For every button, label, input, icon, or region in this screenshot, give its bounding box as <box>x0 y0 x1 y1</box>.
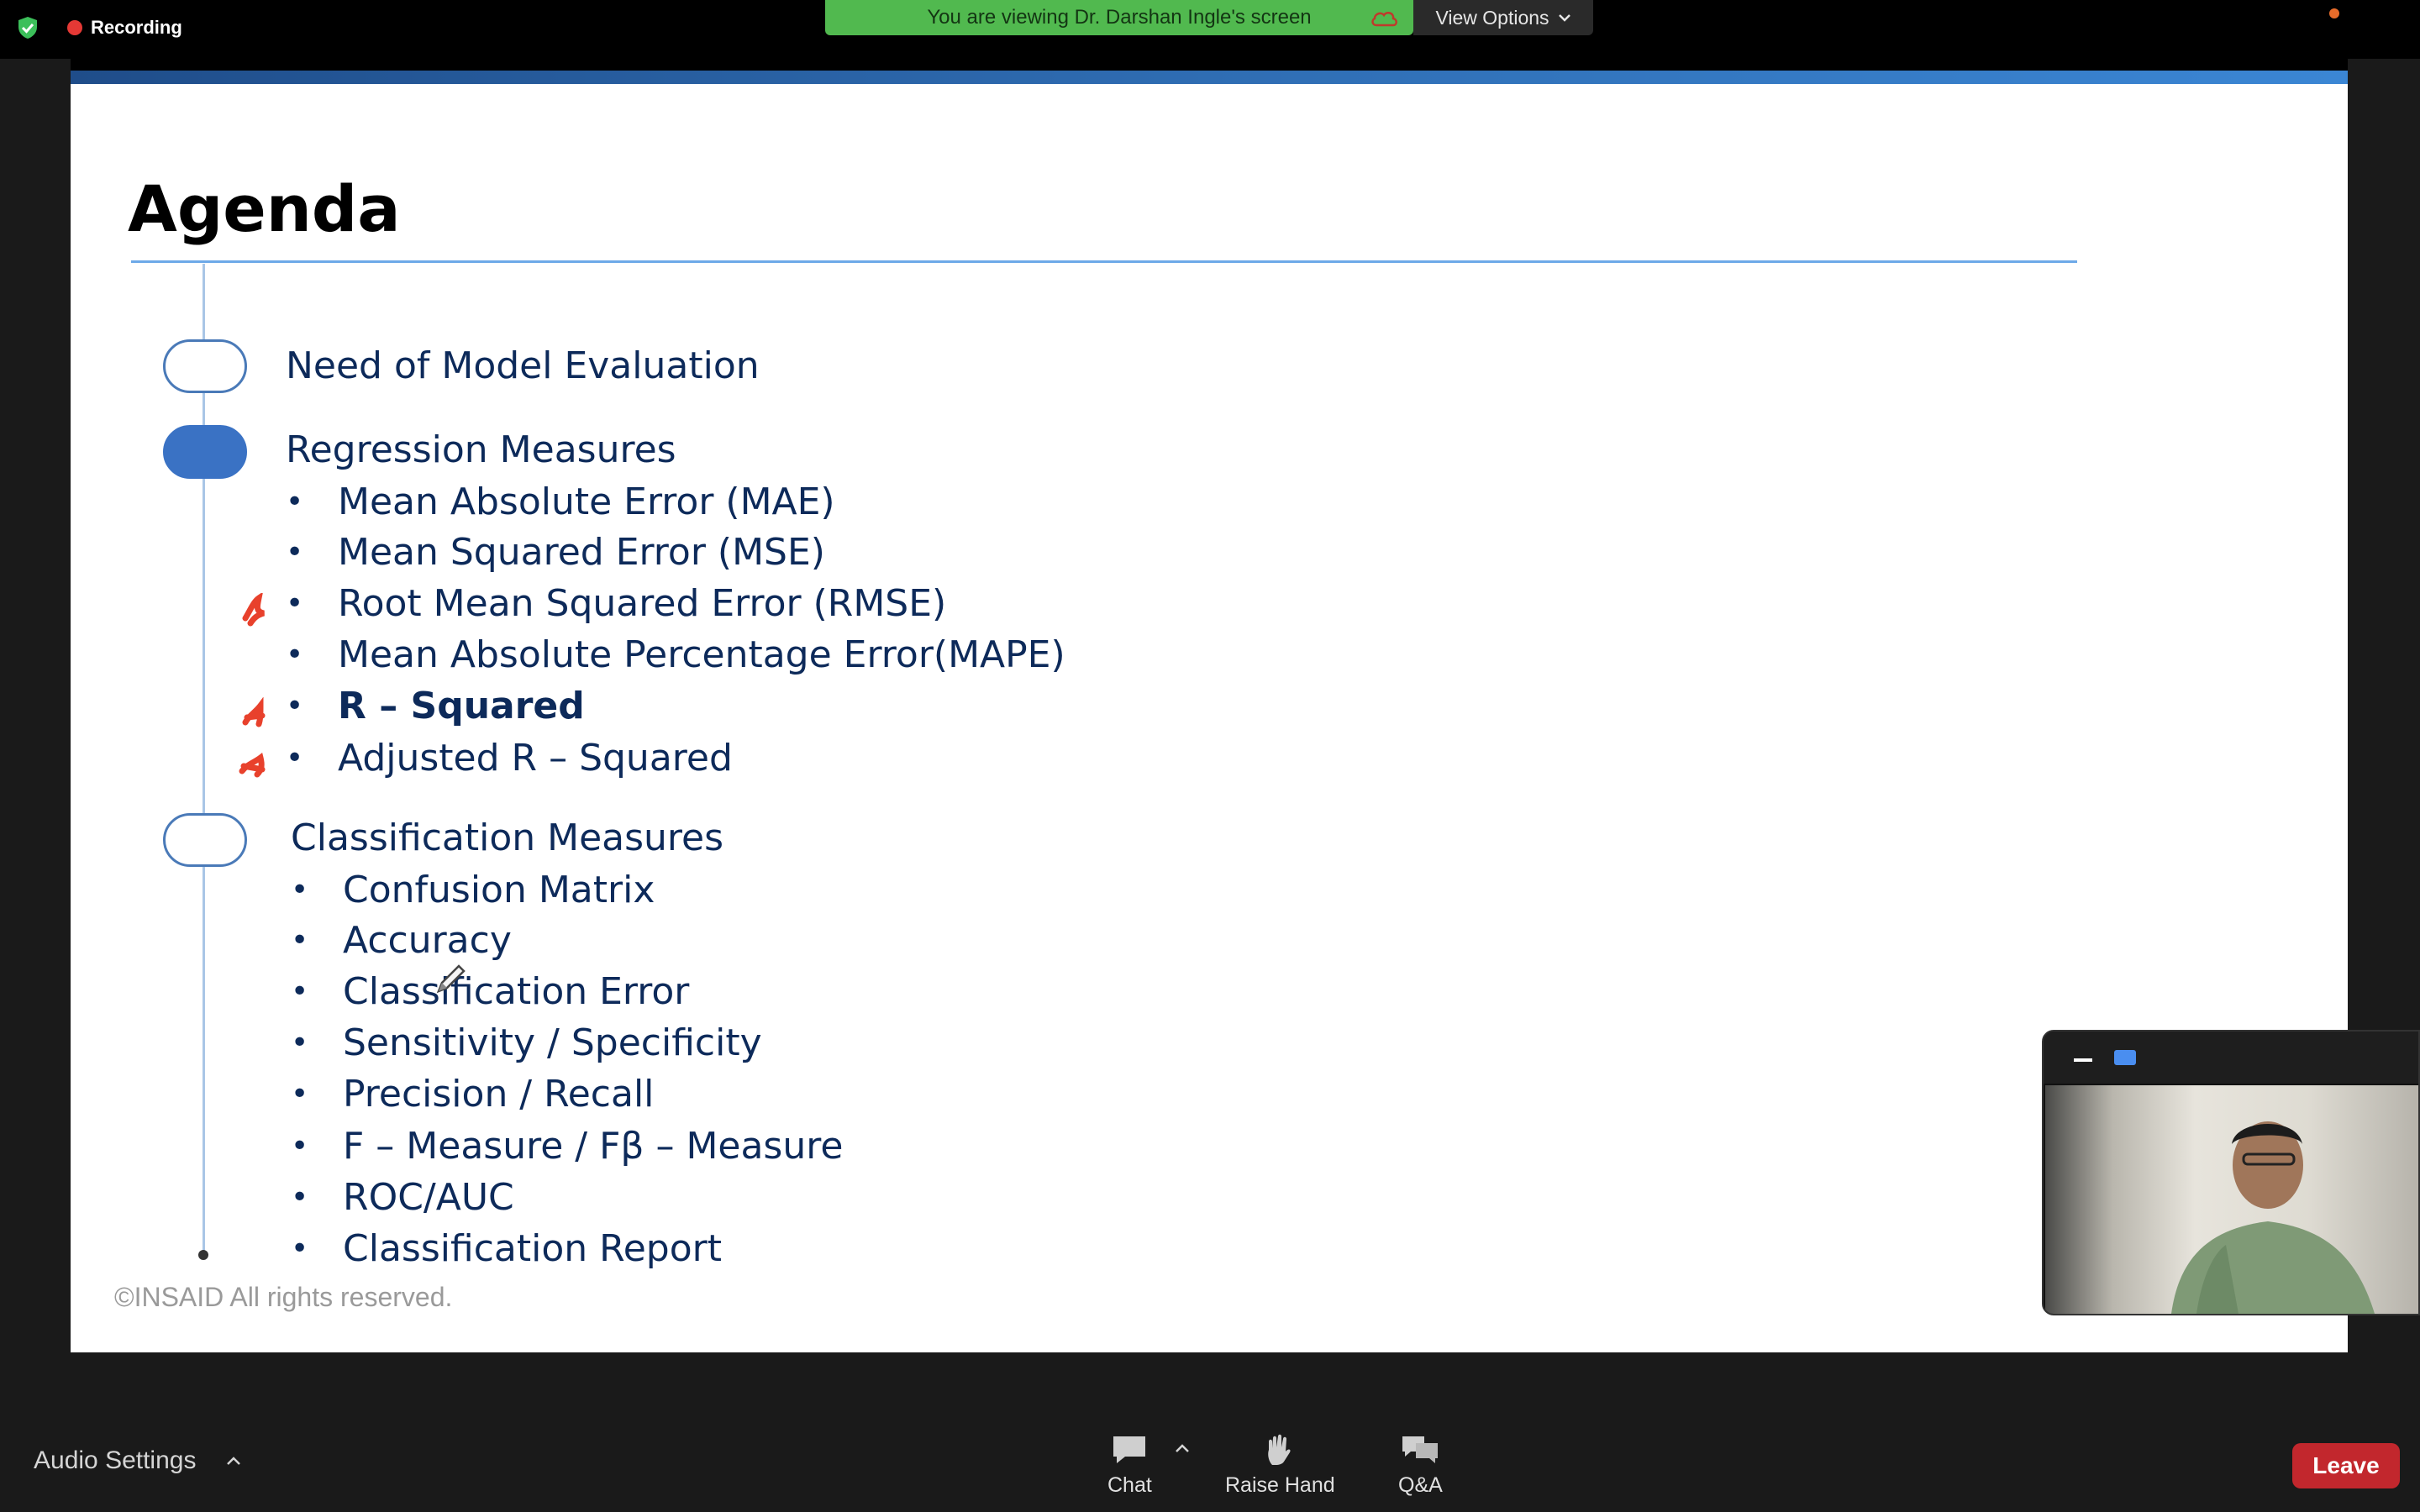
viewing-banner-text: You are viewing Dr. Darshan Ingle's scre… <box>927 6 1312 29</box>
list-item: • Sensitivity / Specificity <box>291 1021 762 1064</box>
title-underline <box>131 260 2077 263</box>
list-item: • Classification Error <box>291 970 689 1013</box>
video-feed <box>2045 1085 2418 1314</box>
chat-label: Chat <box>1107 1473 1152 1497</box>
record-dot-icon <box>67 20 82 35</box>
viewing-banner: You are viewing Dr. Darshan Ingle's scre… <box>825 0 1413 35</box>
list-item-text: Mean Absolute Percentage Error(MAPE) <box>338 633 1065 676</box>
list-item: • Root Mean Squared Error (RMSE) <box>286 582 946 625</box>
bullet: • <box>286 535 304 570</box>
bullet: • <box>291 1180 309 1215</box>
list-item-text: Mean Absolute Error (MAE) <box>338 480 835 523</box>
slide-title: Agenda <box>128 171 401 246</box>
list-item: • Mean Squared Error (MSE) <box>286 531 825 574</box>
slide-top-band <box>71 71 2348 84</box>
chat-button[interactable]: Chat <box>1107 1433 1152 1498</box>
qa-icon <box>1402 1436 1439 1463</box>
raise-hand-icon <box>1268 1434 1291 1465</box>
audio-settings-button[interactable]: Audio Settings <box>34 1446 241 1475</box>
list-item: • ROC/AUC <box>291 1176 514 1219</box>
list-item-text: Root Mean Squared Error (RMSE) <box>338 582 947 625</box>
list-item-text: Confusion Matrix <box>343 869 655 911</box>
list-item: • F – Measure / Fβ – Measure <box>291 1125 843 1168</box>
chevron-down-icon <box>1558 14 1570 22</box>
bullet: • <box>291 1231 309 1266</box>
bullet: • <box>291 1077 309 1111</box>
chat-icon <box>1113 1436 1146 1463</box>
timeline-line <box>203 264 205 1255</box>
bullet: • <box>291 1026 309 1060</box>
section-marker-filled <box>163 425 247 479</box>
bullet: • <box>291 873 309 907</box>
self-view-header <box>2044 1032 2418 1084</box>
bullet: • <box>286 485 304 519</box>
list-item-text: Mean Squared Error (MSE) <box>338 531 825 574</box>
recording-indicator[interactable]: Recording <box>67 17 182 39</box>
list-item-text: R – Squared <box>338 685 585 727</box>
leave-label: Leave <box>2312 1452 2380 1478</box>
annotation-mark <box>242 593 265 627</box>
leave-button[interactable]: Leave <box>2292 1443 2400 1488</box>
top-bar: Recording You are viewing Dr. Darshan In… <box>0 0 2420 59</box>
view-options-button[interactable]: View Options <box>1413 0 1593 35</box>
section-marker-hollow <box>163 339 247 393</box>
list-item: • R – Squared <box>286 685 585 727</box>
raise-hand-button[interactable]: Raise Hand <box>1225 1433 1335 1498</box>
bullet: • <box>286 689 304 723</box>
chevron-up-icon[interactable] <box>1175 1443 1190 1453</box>
list-item-text: Adjusted R – Squared <box>338 737 733 780</box>
annotation-mark <box>239 753 266 778</box>
list-item: • Adjusted R – Squared <box>286 737 733 780</box>
chevron-up-icon[interactable] <box>226 1456 241 1466</box>
list-item: • Precision / Recall <box>291 1073 654 1116</box>
view-options-label: View Options <box>1435 6 1549 29</box>
audio-settings-label: Audio Settings <box>34 1446 197 1474</box>
status-dot <box>2329 8 2339 18</box>
list-item-text: Classification Error <box>343 970 690 1013</box>
shield-check-icon[interactable] <box>15 15 40 40</box>
section-heading: Classification Measures <box>291 816 724 859</box>
minimize-icon[interactable] <box>2074 1058 2092 1062</box>
list-item: • Accuracy <box>291 919 512 962</box>
section-marker-hollow <box>163 813 247 867</box>
list-item: • Mean Absolute Percentage Error(MAPE) <box>286 633 1065 676</box>
list-item-text: Classification Report <box>343 1227 722 1270</box>
raise-hand-label: Raise Hand <box>1225 1473 1335 1497</box>
annotation-mark <box>242 697 266 727</box>
qa-label: Q&A <box>1398 1473 1443 1497</box>
bullet: • <box>286 586 304 621</box>
bullet: • <box>291 1129 309 1163</box>
bullet: • <box>291 923 309 958</box>
section-heading: Regression Measures <box>286 428 676 471</box>
slide-footer: ©INSAID All rights reserved. <box>114 1282 453 1312</box>
timeline-end-dot <box>198 1250 208 1260</box>
list-item-text: F – Measure / Fβ – Measure <box>343 1125 844 1168</box>
bullet: • <box>286 638 304 672</box>
layout-icon[interactable] <box>2114 1050 2136 1065</box>
self-view-panel[interactable] <box>2042 1030 2420 1315</box>
list-item-text: Precision / Recall <box>343 1073 655 1116</box>
list-item-text: Sensitivity / Specificity <box>343 1021 762 1064</box>
section-heading: Need of Model Evaluation <box>286 344 760 387</box>
participant-video <box>2171 1121 2375 1314</box>
list-item: • Classification Report <box>291 1227 722 1270</box>
qa-button[interactable]: Q&A <box>1398 1433 1443 1498</box>
list-item-text: ROC/AUC <box>343 1176 514 1219</box>
list-item: • Confusion Matrix <box>291 869 655 911</box>
bullet: • <box>291 974 309 1009</box>
bullet: • <box>286 741 304 775</box>
pen-cursor-icon <box>436 964 466 994</box>
shared-slide: Agenda Need of Model Evaluation Regressi… <box>71 71 2348 1352</box>
meeting-toolbar: Audio Settings Chat Raise Hand Q&A Leave <box>0 1420 2420 1512</box>
zoom-meeting-window: Recording You are viewing Dr. Darshan In… <box>0 0 2420 1512</box>
list-item-text: Accuracy <box>343 919 512 962</box>
cloud-icon <box>1371 11 1397 27</box>
list-item: • Mean Absolute Error (MAE) <box>286 480 835 523</box>
recording-label: Recording <box>91 17 182 38</box>
